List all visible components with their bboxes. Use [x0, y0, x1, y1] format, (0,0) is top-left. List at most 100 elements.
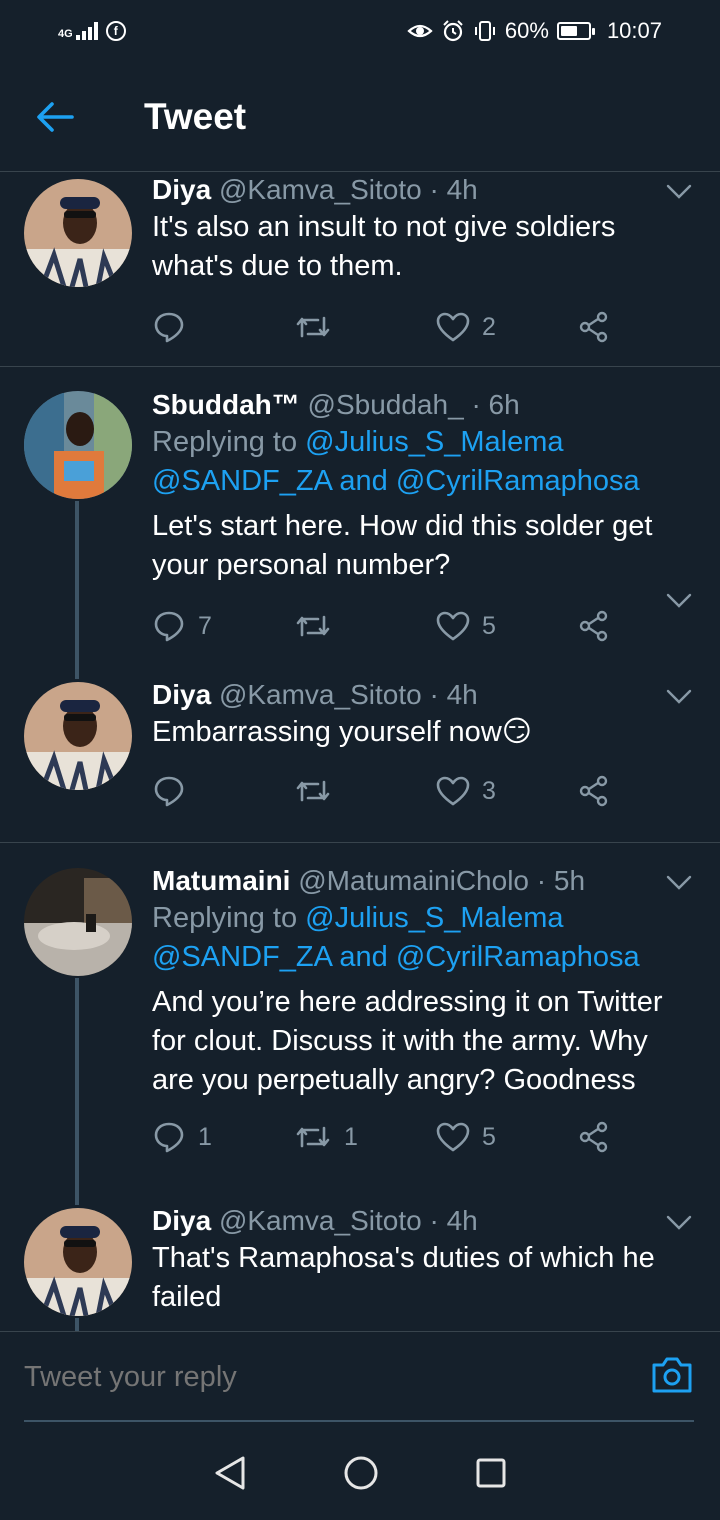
- mention-link[interactable]: @SANDF_ZA: [152, 465, 331, 497]
- tweet-text: That's Ramaphosa's duties of which he fa…: [152, 1242, 655, 1313]
- mention-link[interactable]: @CyrilRamaphosa: [396, 465, 640, 497]
- avatar-image: [24, 1208, 132, 1316]
- display-name[interactable]: Diya: [152, 174, 211, 205]
- reply-button[interactable]: [152, 771, 294, 811]
- retweet-button[interactable]: 1: [294, 1117, 436, 1157]
- nav-recents-button[interactable]: [475, 1457, 507, 1494]
- nav-back-button[interactable]: [213, 1455, 247, 1496]
- mention-link[interactable]: @Julius_S_Malema: [305, 902, 563, 934]
- retweet-icon: [296, 780, 330, 802]
- like-button[interactable]: 3: [436, 771, 578, 811]
- timestamp: · 4h: [429, 1205, 478, 1236]
- battery-icon: [556, 22, 595, 40]
- avatar[interactable]: [24, 682, 132, 790]
- chevron-down-icon[interactable]: [666, 184, 692, 200]
- reply-icon: [154, 776, 184, 807]
- reply-button[interactable]: [152, 307, 294, 347]
- reply-icon: [154, 312, 184, 343]
- nav-recents-icon: [476, 1458, 506, 1487]
- tweet[interactable]: Diya @Kamva_Sitoto · 4h Embarrassing you…: [0, 665, 720, 843]
- nav-home-icon: [344, 1456, 378, 1489]
- tweet-actions: 3: [152, 771, 610, 811]
- display-name[interactable]: Diya: [152, 1205, 211, 1236]
- like-icon: [436, 776, 470, 806]
- display-name[interactable]: Matumaini: [152, 865, 290, 896]
- like-icon: [436, 1122, 470, 1152]
- like-button[interactable]: 2: [436, 307, 578, 347]
- avatar-image: [24, 868, 132, 976]
- avatar[interactable]: [24, 868, 132, 976]
- share-button[interactable]: [578, 771, 610, 811]
- avatar-image: [24, 179, 132, 287]
- tweet-meta: Diya @Kamva_Sitoto · 4h: [152, 1203, 688, 1239]
- reply-icon: [154, 611, 184, 642]
- replying-to: Replying to @Julius_S_Malema @SANDF_ZA a…: [152, 902, 640, 973]
- share-icon: [579, 610, 608, 642]
- chevron-down-icon[interactable]: [666, 689, 692, 705]
- reply-input[interactable]: [24, 1361, 524, 1394]
- tweet-actions: 7 5: [152, 606, 610, 646]
- retweet-icon: [296, 316, 330, 338]
- tweet[interactable]: Diya @Kamva_Sitoto · 4h It's also an ins…: [0, 172, 720, 367]
- handle[interactable]: @Kamva_Sitoto: [219, 1205, 422, 1236]
- tweet[interactable]: Diya @Kamva_Sitoto · 4h That's Ramaphosa…: [0, 1179, 720, 1332]
- clock: 10:07: [606, 18, 662, 43]
- handle[interactable]: @Sbuddah_: [308, 389, 464, 420]
- timestamp: · 5h: [536, 865, 586, 896]
- tweet[interactable]: Matumaini @MatumainiCholo · 5h Replying …: [0, 843, 720, 1179]
- like-button[interactable]: 5: [436, 606, 578, 646]
- status-right: 60% 10:07: [407, 18, 662, 44]
- mention-link[interactable]: @Julius_S_Malema: [305, 426, 563, 458]
- reply-bar: [0, 1331, 720, 1423]
- thread-line: [75, 978, 79, 1179]
- battery-percent: 60%: [504, 18, 549, 43]
- avatar[interactable]: [24, 179, 132, 287]
- back-button[interactable]: [0, 62, 110, 172]
- chevron-down-icon[interactable]: [666, 593, 692, 609]
- display-name[interactable]: Sbuddah™: [152, 389, 300, 420]
- retweet-button[interactable]: [294, 606, 436, 646]
- reply-button[interactable]: 7: [152, 606, 294, 646]
- app-header: Tweet: [0, 62, 720, 172]
- retweet-button[interactable]: [294, 307, 436, 347]
- share-button[interactable]: [578, 606, 610, 646]
- mention-link[interactable]: @SANDF_ZA: [152, 941, 331, 973]
- like-button[interactable]: 5: [436, 1117, 578, 1157]
- handle[interactable]: @Kamva_Sitoto: [219, 679, 422, 710]
- page-title: Tweet: [144, 95, 247, 137]
- chevron-down-icon[interactable]: [666, 1215, 692, 1231]
- handle[interactable]: @Kamva_Sitoto: [219, 174, 422, 205]
- chevron-down-icon[interactable]: [666, 875, 692, 891]
- tweet-actions: 1 1 5: [152, 1117, 610, 1157]
- retweet-icon: [296, 1126, 330, 1148]
- tweet-feed[interactable]: Diya @Kamva_Sitoto · 4h It's also an ins…: [0, 172, 720, 1332]
- reply-button[interactable]: 1: [152, 1117, 294, 1157]
- reply-icon: [154, 1122, 184, 1153]
- tweet-meta: Diya @Kamva_Sitoto · 4h: [152, 172, 688, 208]
- reply-divider: [24, 1420, 694, 1422]
- like-icon: [436, 312, 470, 342]
- nav-home-button[interactable]: [343, 1455, 379, 1496]
- signal-icon: 4G: [58, 22, 98, 40]
- like-icon: [436, 611, 470, 641]
- display-name[interactable]: Diya: [152, 679, 211, 710]
- tweet-text: It's also an insult to not give soldiers…: [152, 211, 616, 282]
- tweet-text: And you’re here addressing it on Twitter…: [152, 986, 663, 1096]
- share-button[interactable]: [578, 307, 610, 347]
- avatar[interactable]: [24, 1208, 132, 1316]
- replying-to: Replying to @Julius_S_Malema @SANDF_ZA a…: [152, 426, 640, 497]
- thread-line: [75, 501, 79, 665]
- tweet-actions: 2: [152, 307, 610, 347]
- avatar-image: [24, 391, 132, 499]
- tweet-meta: Matumaini @MatumainiCholo · 5h: [152, 863, 688, 899]
- mention-link[interactable]: @CyrilRamaphosa: [396, 941, 640, 973]
- eye-icon: [407, 24, 433, 38]
- retweet-button[interactable]: [294, 771, 436, 811]
- tweet-text: Embarrassing yourself now😏: [152, 716, 532, 748]
- handle[interactable]: @MatumainiCholo: [298, 865, 529, 896]
- share-button[interactable]: [578, 1117, 610, 1157]
- avatar[interactable]: [24, 391, 132, 499]
- status-left: 4G f: [58, 21, 126, 41]
- camera-button[interactable]: [650, 1355, 694, 1400]
- status-bar: 4G f 60% 10:07: [0, 0, 720, 62]
